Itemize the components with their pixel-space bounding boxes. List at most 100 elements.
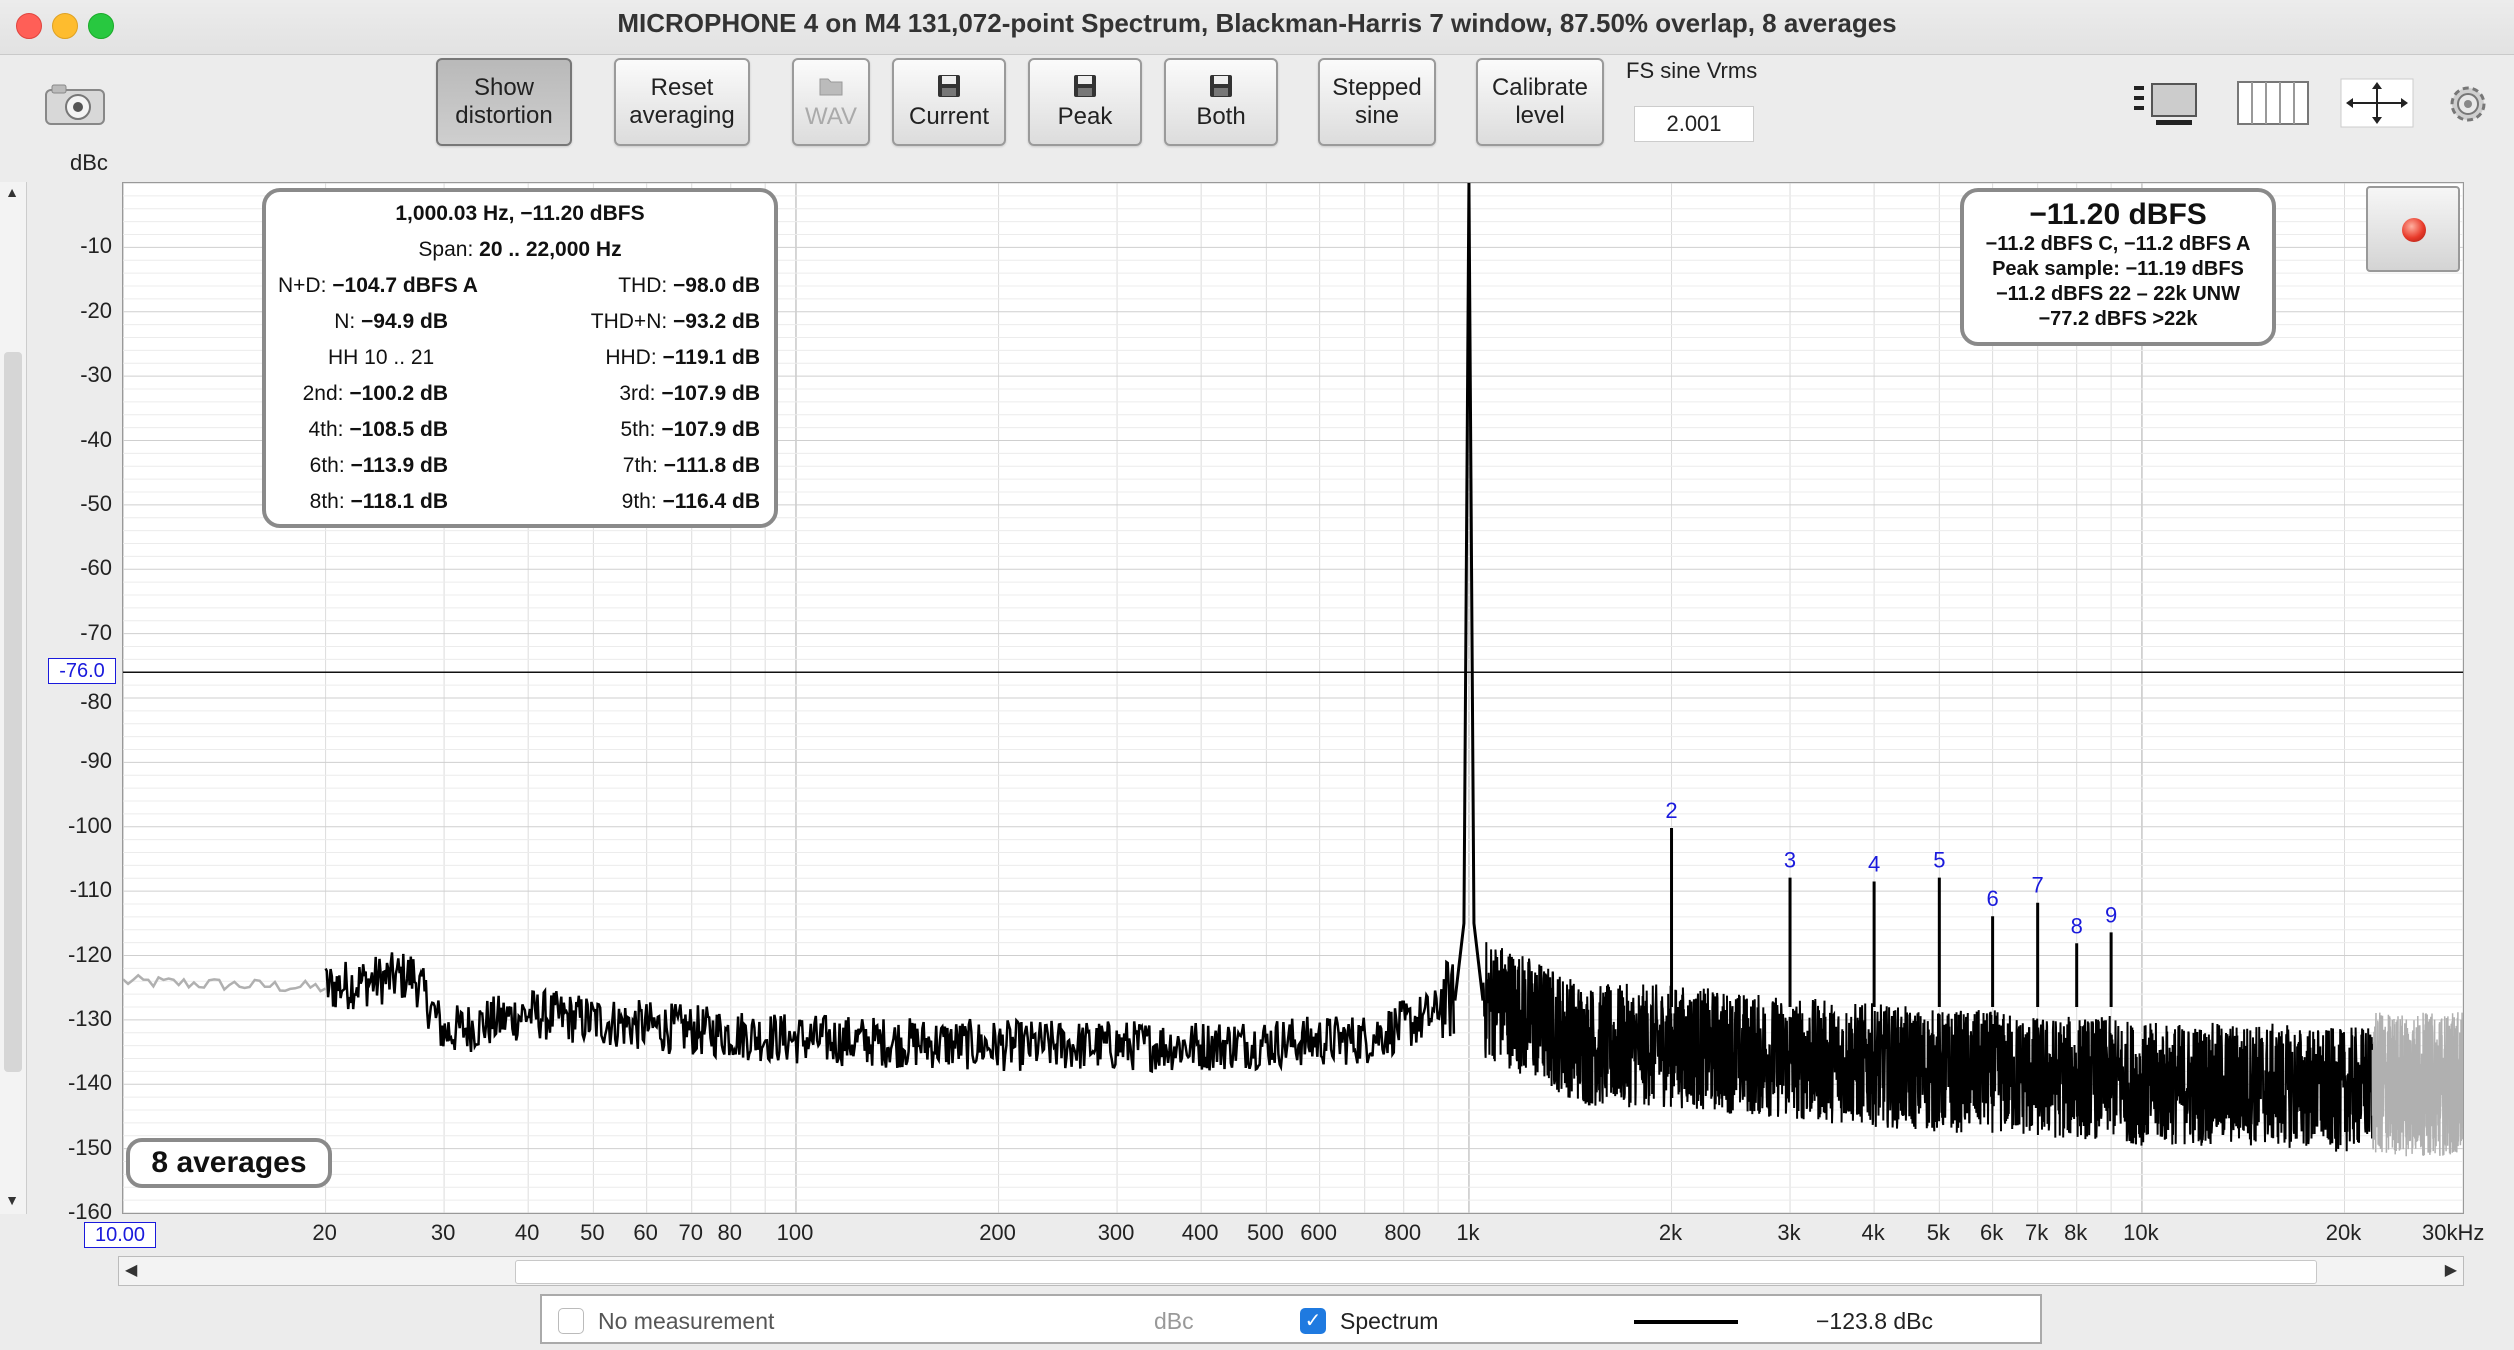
- reset-averaging-button[interactable]: Reset averaging: [614, 58, 750, 146]
- harmonic-2-label: 2: [1665, 798, 1677, 823]
- no-measurement-checkbox[interactable]: [558, 1308, 584, 1334]
- y-tick-label: -90: [80, 748, 112, 774]
- stepped-label-2: sine: [1354, 102, 1400, 129]
- y-tick-label: -60: [80, 555, 112, 581]
- calibrate-label-2: level: [1515, 102, 1565, 129]
- x-tick-label: 400: [1181, 1220, 1219, 1245]
- h3-value: −107.9 dB: [661, 382, 760, 405]
- h6-label: 6th:: [309, 454, 351, 477]
- distortion-info-box: 1,000.03 Hz, −11.20 dBFS Span: 20 .. 22,…: [262, 188, 778, 528]
- stepped-sine-button[interactable]: Stepped sine: [1318, 58, 1436, 146]
- horizontal-scroll-thumb[interactable]: [515, 1260, 2317, 1284]
- y-tick-label: -10: [80, 233, 112, 259]
- h6-value: −113.9 dB: [350, 454, 448, 477]
- y-tick-label: -70: [80, 619, 112, 645]
- y-tick-label: -130: [67, 1005, 112, 1031]
- h7-value: −111.8 dB: [663, 454, 760, 477]
- y-tick-label: -110: [69, 877, 112, 903]
- scroll-down-arrow-icon[interactable]: ▼: [2, 1192, 22, 1212]
- scroll-right-arrow-icon[interactable]: ▶: [2445, 1260, 2457, 1280]
- fs-sine-label: FS sine Vrms: [1626, 58, 1758, 83]
- spectrum-trace-high: [1482, 942, 2374, 1152]
- spectrum-trace: [324, 952, 1456, 1074]
- save-both-button[interactable]: Both: [1164, 58, 1278, 146]
- wav-label: WAV: [805, 103, 857, 130]
- show-distortion-button[interactable]: Show distortion: [436, 58, 572, 146]
- y-tick-label: -140: [67, 1070, 112, 1096]
- x-tick-label: 600: [1300, 1220, 1337, 1245]
- x-tick-label: 7k: [2025, 1220, 2049, 1245]
- fs-sine-input[interactable]: 2.001: [1634, 106, 1754, 142]
- x-tick-label: 100: [776, 1220, 814, 1245]
- out-of-band-trace-high: [2371, 1012, 2463, 1157]
- wav-save-button[interactable]: WAV: [792, 58, 870, 146]
- save-icon: [1210, 75, 1232, 97]
- y-tick-label: -50: [80, 490, 112, 516]
- scroll-up-arrow-icon[interactable]: ▲: [2, 184, 22, 204]
- columns-icon[interactable]: [2236, 78, 2310, 128]
- level-info-box: −11.20 dBFS −11.2 dBFS C, −11.2 dBFS A P…: [1960, 188, 2276, 346]
- x-tick-label: 6k: [1979, 1220, 2004, 1245]
- reset-label-2: averaging: [629, 102, 735, 129]
- save-icon: [938, 75, 960, 97]
- x-tick-label: 4k: [1861, 1220, 1885, 1245]
- harmonic-4-label: 4: [1868, 851, 1880, 876]
- cursor-level-readout[interactable]: -76.0: [48, 658, 116, 684]
- h5-value: −107.9 dB: [661, 418, 760, 441]
- x-min-readout[interactable]: 10.00: [84, 1222, 156, 1248]
- hh-label: HH 10 .. 21: [328, 346, 435, 369]
- x-tick-label: 20: [312, 1220, 337, 1245]
- h5-label: 5th:: [620, 418, 662, 441]
- thd-value: −98.0 dB: [673, 274, 760, 297]
- show-distortion-label-2: distortion: [455, 102, 553, 129]
- nd-value: −104.7 dBFS A: [332, 274, 478, 297]
- h2-value: −100.2 dB: [349, 382, 448, 405]
- stepped-label-1: Stepped: [1332, 74, 1422, 101]
- x-axis-unit: 30kHz: [2422, 1220, 2485, 1245]
- save-current-button[interactable]: Current: [892, 58, 1006, 146]
- record-button[interactable]: [2366, 186, 2460, 272]
- x-tick-label: 3k: [1777, 1220, 1801, 1245]
- n-value: −94.9 dB: [361, 310, 448, 333]
- vertical-scroll-thumb[interactable]: [4, 352, 22, 1072]
- harmonic-3-label: 3: [1784, 848, 1796, 873]
- scroll-left-arrow-icon[interactable]: ◀: [125, 1260, 137, 1280]
- y-tick-label: -100: [67, 812, 112, 838]
- vertical-scrollbar[interactable]: ▲ ▼: [0, 182, 27, 1214]
- y-axis-unit: dBc: [70, 150, 108, 175]
- hhd-value: −119.1 dB: [662, 346, 760, 369]
- y-tick-label: -30: [80, 362, 112, 388]
- x-tick-label: 70: [678, 1220, 703, 1245]
- horizontal-scrollbar[interactable]: ◀ ▶: [118, 1256, 2464, 1286]
- x-tick-label: 2k: [1658, 1220, 1683, 1245]
- level-main: −11.20 dBFS: [2029, 198, 2207, 231]
- both-label: Both: [1196, 103, 1246, 130]
- layout-toggle-icon[interactable]: [2132, 78, 2204, 128]
- camera-icon[interactable]: [44, 82, 106, 126]
- y-tick-label: -80: [80, 689, 112, 714]
- n-label: N:: [334, 310, 362, 333]
- x-tick-label: 80: [717, 1220, 742, 1245]
- span-value: 20 .. 22,000 Hz: [479, 238, 622, 261]
- thdn-label: THD+N:: [590, 310, 674, 333]
- distortion-header: 1,000.03 Hz, −11.20 dBFS: [395, 202, 645, 225]
- save-peak-button[interactable]: Peak: [1028, 58, 1142, 146]
- h3-label: 3rd:: [619, 382, 662, 405]
- spectrum-checkbox[interactable]: ✓: [1300, 1308, 1326, 1334]
- save-icon: [1074, 75, 1096, 97]
- peak-label: Peak: [1057, 103, 1113, 130]
- expand-arrows-icon[interactable]: [2340, 78, 2414, 128]
- harmonic-6-label: 6: [1986, 886, 1998, 911]
- harmonic-5-label: 5: [1933, 848, 1945, 873]
- x-tick-label: 8k: [2064, 1220, 2088, 1245]
- h4-value: −108.5 dB: [349, 418, 448, 441]
- x-tick-label: 60: [633, 1220, 658, 1245]
- legend-unit-label: dBc: [1154, 1308, 1194, 1334]
- gear-icon[interactable]: [2444, 80, 2492, 128]
- x-tick-label: 50: [580, 1220, 605, 1245]
- h8-value: −118.1 dB: [350, 490, 448, 513]
- x-tick-label: 10k: [2123, 1220, 2159, 1245]
- h7-label: 7th:: [622, 454, 664, 477]
- calibrate-level-button[interactable]: Calibrate level: [1476, 58, 1604, 146]
- x-tick-label: 40: [514, 1220, 540, 1245]
